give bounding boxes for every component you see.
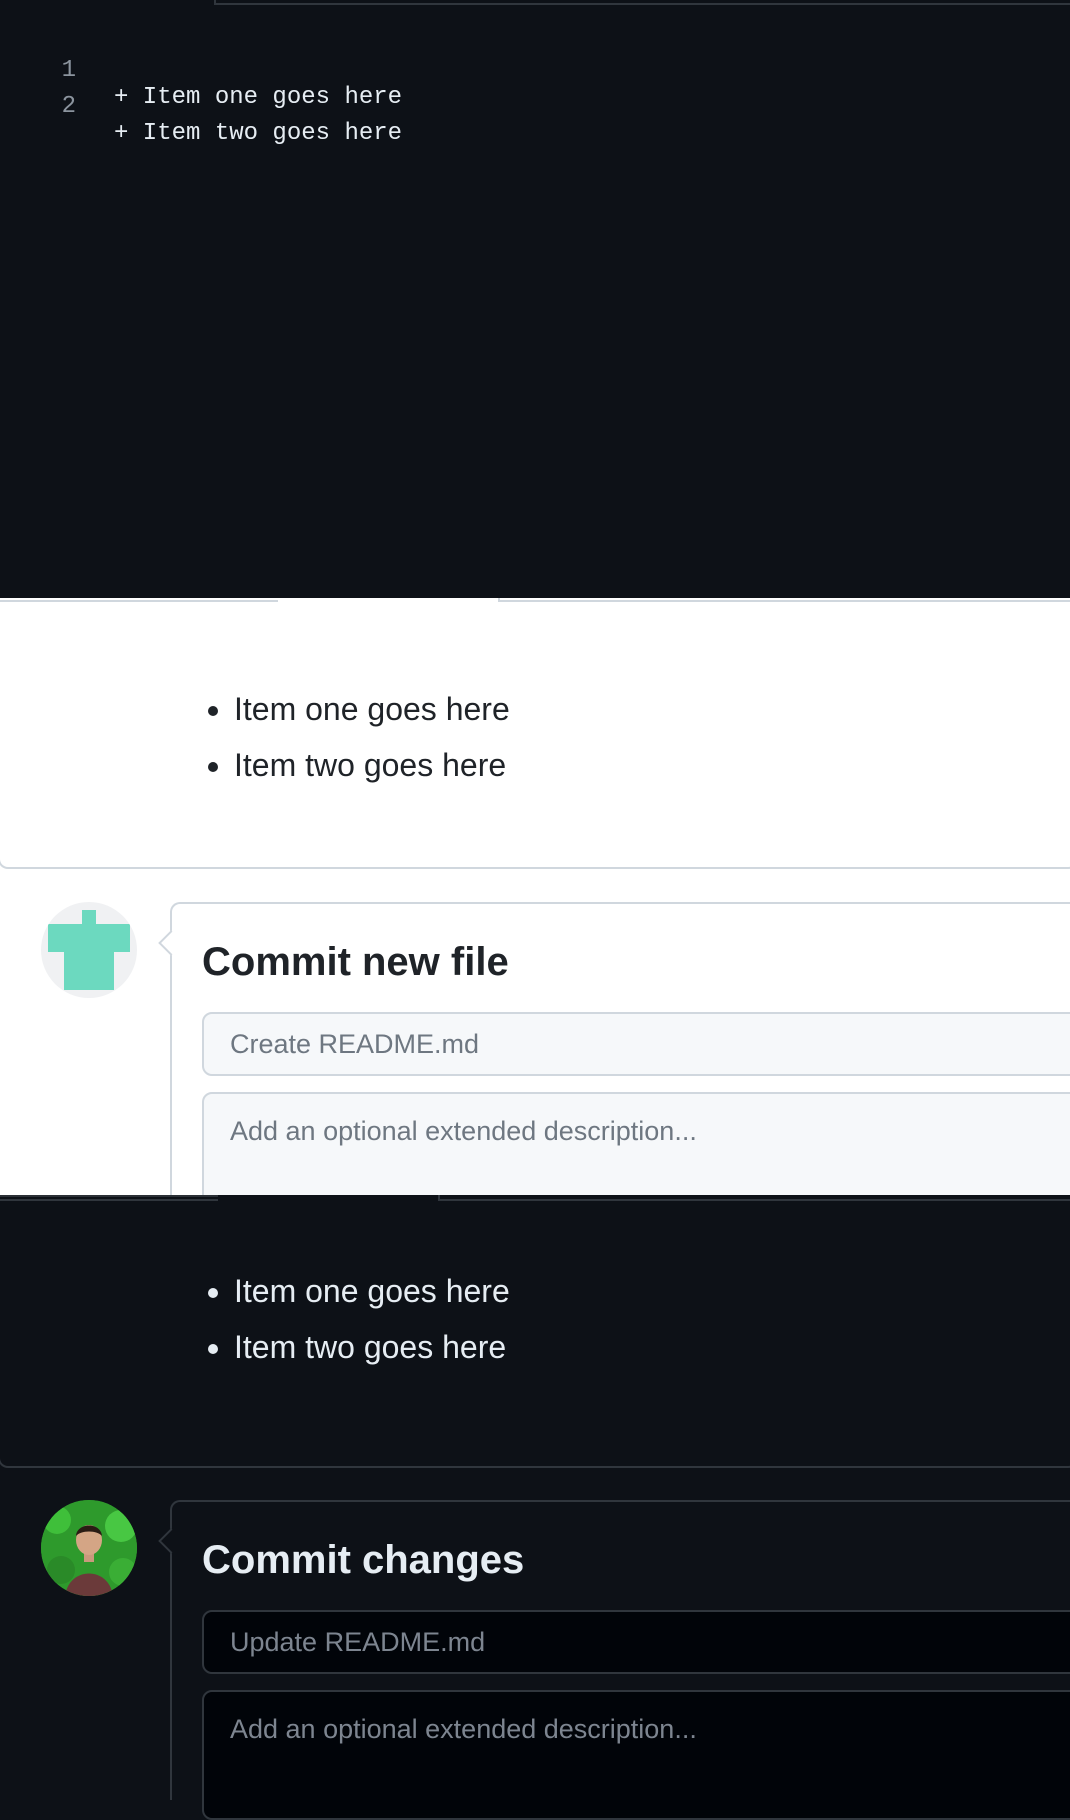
markdown-preview-box [0, 598, 1070, 869]
code-line[interactable]: 1 + Item one goes here [0, 30, 402, 111]
commit-description-textarea[interactable]: Add an optional extended description... [202, 1690, 1070, 1820]
commit-title: Commit changes [202, 1538, 525, 1582]
code-line[interactable]: 2 + Item two goes here [0, 66, 402, 147]
user-photo-avatar-icon [41, 1500, 137, 1596]
commit-summary-input[interactable]: Update README.md [202, 1610, 1070, 1674]
markdown-preview-list: Item one goes here Item two goes here [202, 689, 510, 801]
line-text[interactable]: + Item one goes here [114, 84, 402, 111]
commit-description-textarea[interactable]: Add an optional extended description... [202, 1092, 1070, 1212]
list-item: Item two goes here [202, 745, 510, 801]
markdown-preview-list: Item one goes here Item two goes here [202, 1271, 510, 1383]
editor-tab-border [214, 0, 1070, 5]
list-item: Item two goes here [202, 1327, 510, 1383]
markdown-preview-box [0, 1195, 1070, 1468]
commit-summary-input[interactable]: Create README.md [202, 1012, 1070, 1076]
line-text[interactable]: + Item two goes here [114, 120, 402, 147]
list-item: Item one goes here [202, 689, 510, 745]
list-item: Item one goes here [202, 1271, 510, 1327]
line-number: 2 [61, 93, 76, 120]
line-number: 1 [61, 57, 76, 84]
identicon-avatar-icon [41, 902, 137, 998]
commit-title: Commit new file [202, 940, 509, 984]
